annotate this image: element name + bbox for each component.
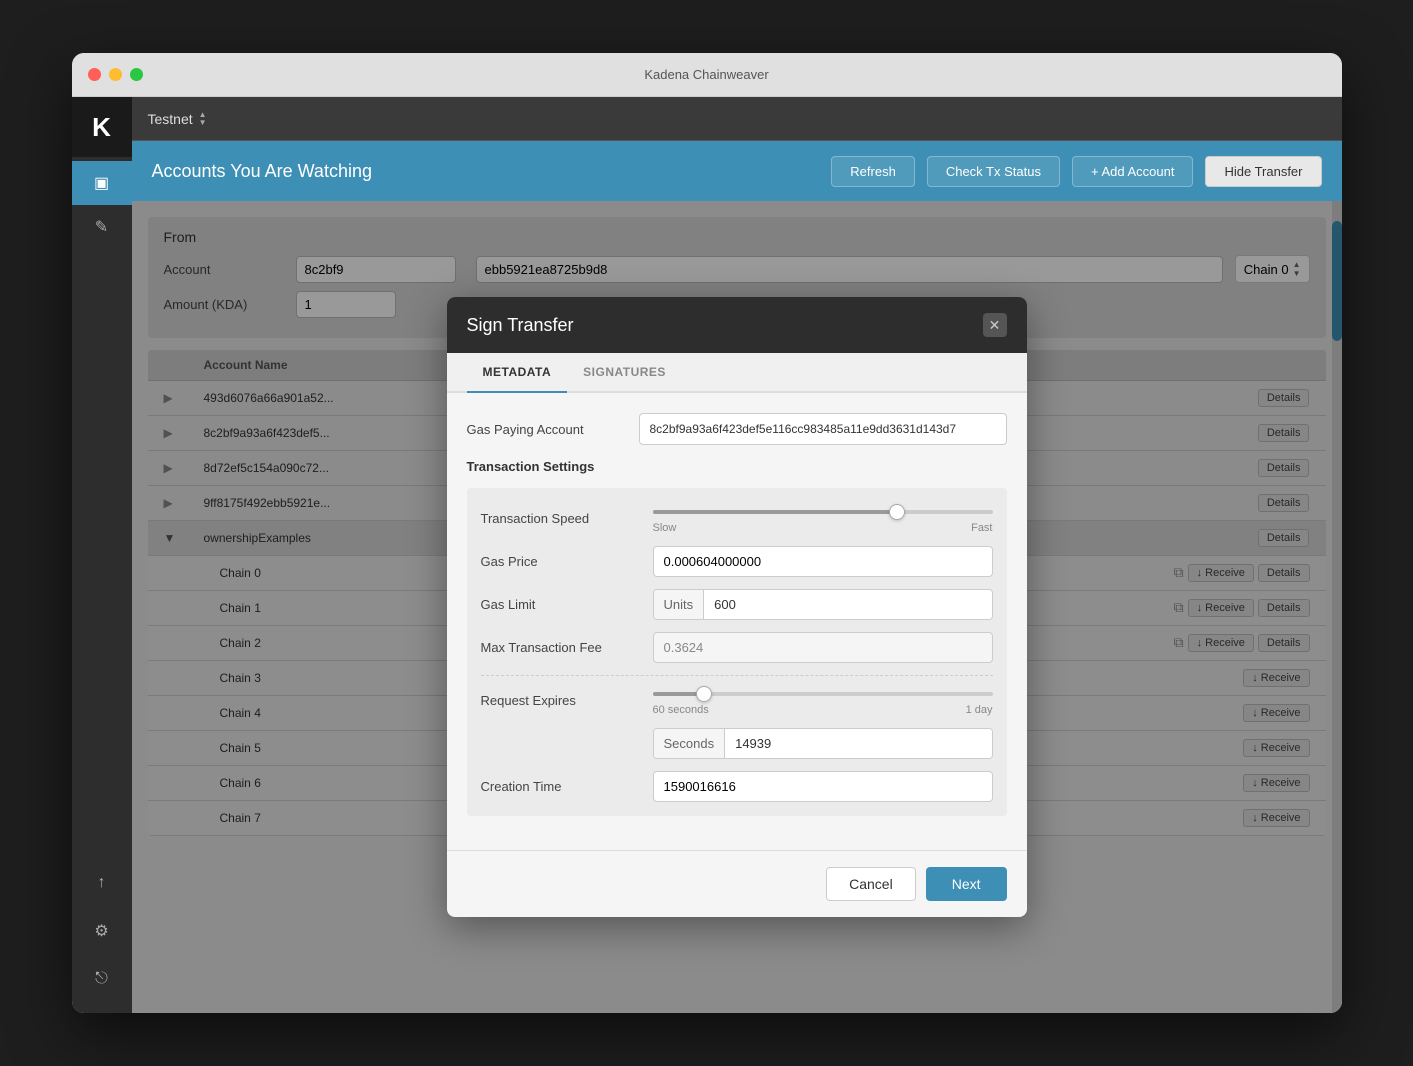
gas-limit-row: Gas Limit Units: [481, 589, 993, 620]
network-selector[interactable]: Testnet ▲ ▼: [148, 111, 207, 127]
window-title: Kadena Chainweaver: [644, 67, 768, 82]
gas-limit-label: Gas Limit: [481, 597, 641, 612]
modal-overlay: Sign Transfer ✕ METADATA SIGNATURES: [132, 201, 1342, 1013]
page-header: Accounts You Are Watching Refresh Check …: [132, 141, 1342, 201]
speed-label: Transaction Speed: [481, 511, 641, 526]
gas-limit-input[interactable]: [704, 590, 991, 619]
gas-limit-prefix: Units: [654, 590, 705, 619]
logout-icon: ⎋: [95, 970, 108, 988]
seconds-row: Seconds: [481, 728, 993, 759]
page-title: Accounts You Are Watching: [152, 161, 820, 182]
main-window: Kadena Chainweaver K ▣ ✎ ↑ ⚙: [72, 53, 1342, 1013]
modal-body: Gas Paying Account Transaction Settings …: [447, 393, 1027, 850]
sign-transfer-modal: Sign Transfer ✕ METADATA SIGNATURES: [447, 297, 1027, 917]
expires-slow-label: 60 seconds: [653, 704, 709, 716]
tab-signatures[interactable]: SIGNATURES: [567, 353, 682, 393]
speed-fast-label: Fast: [971, 522, 992, 534]
max-fee-row: Max Transaction Fee: [481, 632, 993, 663]
app-body: K ▣ ✎ ↑ ⚙ ⎋: [72, 97, 1342, 1013]
tab-metadata[interactable]: METADATA: [467, 353, 568, 393]
main-area: Testnet ▲ ▼ Accounts You Are Watching Re…: [132, 97, 1342, 1013]
network-arrows: ▲ ▼: [199, 111, 207, 127]
divider: [481, 675, 993, 676]
sidebar-item-keys[interactable]: ✎: [72, 205, 132, 249]
upload-icon: ↑: [98, 874, 106, 892]
add-account-button[interactable]: + Add Account: [1072, 156, 1193, 187]
gas-limit-split-input: Units: [653, 589, 993, 620]
expires-slider-thumb[interactable]: [696, 686, 712, 702]
close-button[interactable]: [88, 68, 101, 81]
request-expires-row: Request Expires 60 seconds 1: [481, 684, 993, 716]
speed-slider-track[interactable]: [653, 510, 993, 514]
creation-time-label: Creation Time: [481, 779, 641, 794]
seconds-input[interactable]: [725, 729, 991, 758]
settings-icon: ⚙: [94, 921, 108, 941]
modal-header: Sign Transfer ✕: [447, 297, 1027, 353]
speed-slider-fill: [653, 510, 898, 514]
max-fee-input: [653, 632, 993, 663]
modal-title: Sign Transfer: [467, 315, 574, 336]
seconds-prefix: Seconds: [654, 729, 726, 758]
sidebar-item-upload[interactable]: ↑: [72, 861, 132, 905]
network-bar: Testnet ▲ ▼: [132, 97, 1342, 141]
modal-tabs: METADATA SIGNATURES: [447, 353, 1027, 393]
creation-time-input[interactable]: [653, 771, 993, 802]
modal-close-button[interactable]: ✕: [983, 313, 1007, 337]
sidebar: K ▣ ✎ ↑ ⚙ ⎋: [72, 97, 132, 1013]
settings-box: Transaction Speed Slow Fast: [467, 488, 1007, 816]
maximize-button[interactable]: [130, 68, 143, 81]
refresh-button[interactable]: Refresh: [831, 156, 915, 187]
max-fee-label: Max Transaction Fee: [481, 640, 641, 655]
transaction-speed-row: Transaction Speed Slow Fast: [481, 502, 993, 534]
modal-footer: Cancel Next: [447, 850, 1027, 917]
sidebar-nav: ▣ ✎: [72, 161, 132, 249]
sidebar-item-logout[interactable]: ⎋: [72, 957, 132, 1001]
traffic-lights: [88, 68, 143, 81]
gas-price-label: Gas Price: [481, 554, 641, 569]
network-label: Testnet: [148, 111, 193, 127]
keys-icon: ✎: [95, 217, 108, 237]
request-expires-label: Request Expires: [481, 693, 641, 708]
expires-fast-label: 1 day: [966, 704, 993, 716]
cancel-button[interactable]: Cancel: [826, 867, 916, 901]
speed-slider-thumb[interactable]: [889, 504, 905, 520]
sidebar-item-accounts[interactable]: ▣: [72, 161, 132, 205]
gas-price-input[interactable]: [653, 546, 993, 577]
gas-price-row: Gas Price: [481, 546, 993, 577]
seconds-split-input: Seconds: [653, 728, 993, 759]
app-logo: K: [72, 97, 132, 157]
creation-time-row: Creation Time: [481, 771, 993, 802]
minimize-button[interactable]: [109, 68, 122, 81]
gas-paying-input[interactable]: [639, 413, 1007, 445]
gas-paying-account-row: Gas Paying Account: [467, 413, 1007, 445]
sidebar-item-settings[interactable]: ⚙: [72, 909, 132, 953]
gas-paying-label: Gas Paying Account: [467, 422, 627, 437]
title-bar: Kadena Chainweaver: [72, 53, 1342, 97]
expires-slider-track[interactable]: [653, 692, 993, 696]
accounts-icon: ▣: [94, 173, 109, 193]
hide-transfer-button[interactable]: Hide Transfer: [1205, 156, 1321, 187]
sidebar-bottom: ↑ ⚙ ⎋: [72, 861, 132, 1001]
content-area: From Account Chain 0 ▲ ▼: [132, 201, 1342, 1013]
transaction-settings-title: Transaction Settings: [467, 459, 1007, 474]
speed-slow-label: Slow: [653, 522, 677, 534]
check-tx-status-button[interactable]: Check Tx Status: [927, 156, 1060, 187]
next-button[interactable]: Next: [926, 867, 1007, 901]
